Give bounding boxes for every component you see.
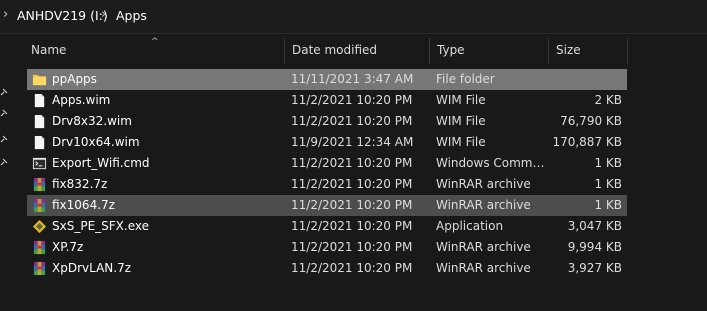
file-type: File folder <box>436 72 495 86</box>
breadcrumb-folder[interactable]: Apps <box>116 8 147 24</box>
file-date-modified: 11/2/2021 10:20 PM <box>291 114 413 128</box>
file-type: WIM File <box>436 93 486 107</box>
column-header-type[interactable]: Type <box>437 34 465 66</box>
file-type: Windows Comma... <box>436 156 551 170</box>
file-name: Drv10x64.wim <box>52 135 140 149</box>
file-size: 1 KB <box>594 198 622 212</box>
file-name: Apps.wim <box>52 93 111 107</box>
file-icon <box>34 93 45 108</box>
pin-icon[interactable] <box>0 135 8 143</box>
winrar-icon <box>33 198 46 213</box>
file-size: 3,047 KB <box>567 219 622 233</box>
file-row[interactable]: Export_Wifi.cmd 11/2/2021 10:20 PM Windo… <box>27 153 627 174</box>
column-header-size[interactable]: Size <box>556 34 581 66</box>
file-date-modified: 11/2/2021 10:20 PM <box>291 240 413 254</box>
file-name: Export_Wifi.cmd <box>52 156 150 170</box>
winrar-icon <box>33 261 46 276</box>
file-date-modified: 11/9/2021 12:34 AM <box>291 135 414 149</box>
file-row[interactable]: Drv10x64.wim 11/9/2021 12:34 AM WIM File… <box>27 132 627 153</box>
file-type: WIM File <box>436 135 486 149</box>
file-name: ppApps <box>52 72 97 86</box>
file-size <box>550 69 622 90</box>
file-icon <box>34 114 45 129</box>
file-size: 170,887 KB <box>552 135 622 149</box>
file-type: WinRAR archive <box>436 177 531 191</box>
file-date-modified: 11/2/2021 10:20 PM <box>291 156 413 170</box>
file-type: WinRAR archive <box>436 261 531 275</box>
cmd-icon <box>32 157 47 170</box>
winrar-icon <box>33 240 46 255</box>
file-icon <box>34 135 45 150</box>
file-explorer-window: › ANHDV219 (I:) › Apps ^ Name Date modif… <box>0 0 707 311</box>
file-row[interactable]: ppApps 11/11/2021 3:47 AM File folder <box>27 69 627 90</box>
pin-icon[interactable] <box>0 158 8 166</box>
breadcrumb-drive[interactable]: ANHDV219 (I:) <box>17 8 108 24</box>
file-date-modified: 11/2/2021 10:20 PM <box>291 93 413 107</box>
file-size: 1 KB <box>594 177 622 191</box>
chevron-right-icon[interactable]: › <box>101 7 106 23</box>
file-date-modified: 11/2/2021 10:20 PM <box>291 261 413 275</box>
file-row[interactable]: XP.7z 11/2/2021 10:20 PM WinRAR archive … <box>27 237 627 258</box>
file-row[interactable]: Drv8x32.wim 11/2/2021 10:20 PM WIM File … <box>27 111 627 132</box>
file-type: WIM File <box>436 114 486 128</box>
winrar-icon <box>33 177 46 192</box>
file-type: Application <box>436 219 504 233</box>
column-divider[interactable] <box>627 38 628 64</box>
pin-icon[interactable] <box>0 88 8 96</box>
file-size: 2 KB <box>594 93 622 107</box>
column-header-row: Name Date modified Type Size <box>12 34 707 66</box>
file-date-modified: 11/2/2021 10:20 PM <box>291 219 413 233</box>
file-name: fix1064.7z <box>52 198 115 212</box>
column-header-name[interactable]: Name <box>31 34 66 66</box>
file-name: XpDrvLAN.7z <box>52 261 132 275</box>
file-date-modified: 11/2/2021 10:20 PM <box>291 177 413 191</box>
address-bar[interactable]: › ANHDV219 (I:) › Apps <box>0 0 707 34</box>
navigation-pane-edge <box>0 34 12 311</box>
file-row[interactable]: SxS_PE_SFX.exe 11/2/2021 10:20 PM Applic… <box>27 216 627 237</box>
file-name: fix832.7z <box>52 177 108 191</box>
file-row[interactable]: fix1064.7z 11/2/2021 10:20 PM WinRAR arc… <box>27 195 627 216</box>
file-size: 9,994 KB <box>567 240 622 254</box>
file-size: 3,927 KB <box>567 261 622 275</box>
file-name: XP.7z <box>52 240 84 254</box>
file-row[interactable]: XpDrvLAN.7z 11/2/2021 10:20 PM WinRAR ar… <box>27 258 627 279</box>
exe-icon <box>32 219 47 234</box>
file-size: 1 KB <box>594 156 622 170</box>
file-row[interactable]: fix832.7z 11/2/2021 10:20 PM WinRAR arch… <box>27 174 627 195</box>
file-name: SxS_PE_SFX.exe <box>52 219 149 233</box>
folder-icon <box>32 74 47 86</box>
file-date-modified: 11/11/2021 3:47 AM <box>291 72 414 86</box>
file-date-modified: 11/2/2021 10:20 PM <box>291 198 413 212</box>
chevron-right-icon[interactable]: › <box>3 7 8 23</box>
column-divider[interactable] <box>429 38 430 64</box>
file-size: 76,790 KB <box>560 114 622 128</box>
column-divider[interactable] <box>284 38 285 64</box>
file-type: WinRAR archive <box>436 198 531 212</box>
file-row[interactable]: Apps.wim 11/2/2021 10:20 PM WIM File 2 K… <box>27 90 627 111</box>
column-divider[interactable] <box>548 38 549 64</box>
column-header-date-modified[interactable]: Date modified <box>292 34 377 66</box>
file-type: WinRAR archive <box>436 240 531 254</box>
file-name: Drv8x32.wim <box>52 114 132 128</box>
pin-icon[interactable] <box>0 109 8 117</box>
